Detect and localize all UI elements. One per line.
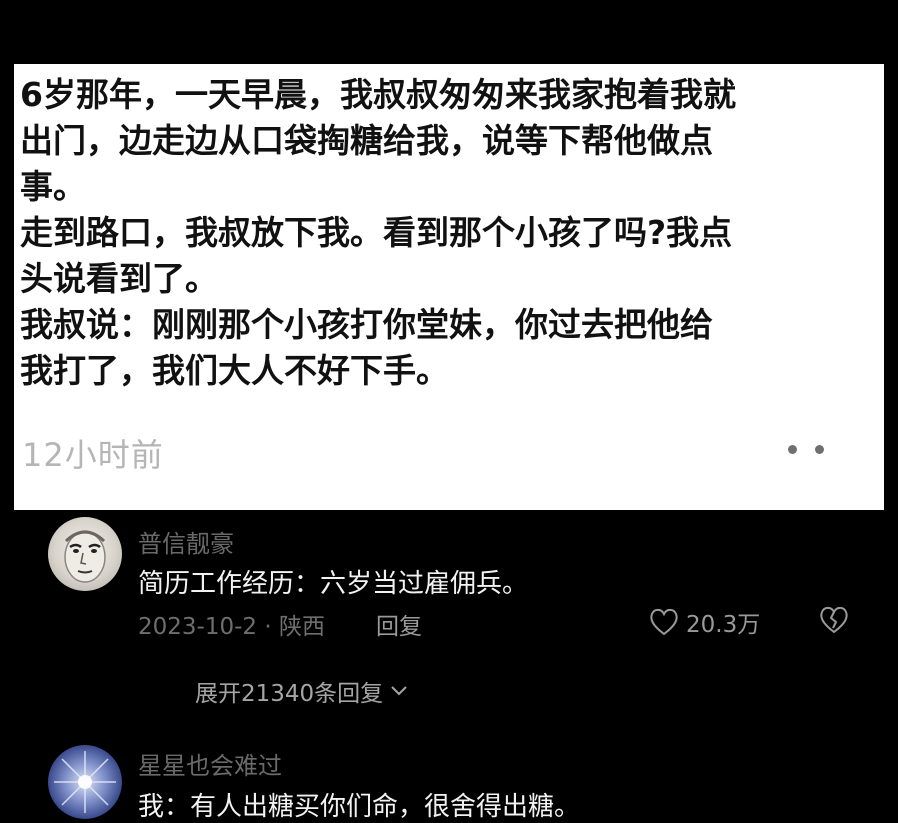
- avatar[interactable]: [48, 745, 122, 819]
- like-count: 20.3万: [686, 612, 761, 638]
- post-line: 出门，边走边从口袋掏糖给我，说等下帮他做点: [20, 121, 713, 160]
- dot-icon: [788, 444, 797, 454]
- post-line: 事。: [20, 167, 86, 206]
- comment-text: 我：有人出糖买你们命，很舍得出糖。: [138, 792, 581, 822]
- post-line: 头说看到了。: [20, 259, 218, 298]
- comment-date-location: 2023-10-2 · 陕西: [138, 614, 325, 640]
- expand-replies-button[interactable]: 展开21340条回复: [195, 674, 409, 708]
- post-card: 6岁那年，一天早晨，我叔叔匆匆来我家抱着我就 出门，边走边从口袋掏糖给我，说等下…: [14, 64, 884, 510]
- post-line: 6岁那年，一天早晨，我叔叔匆匆来我家抱着我就: [20, 75, 736, 114]
- heart-icon: [650, 608, 678, 636]
- post-line: 我叔说：刚刚那个小孩打你堂妹，你过去把他给: [20, 305, 713, 344]
- dot-icon: [815, 444, 824, 454]
- post-body: 6岁那年，一天早晨，我叔叔匆匆来我家抱着我就 出门，边走边从口袋掏糖给我，说等下…: [20, 72, 870, 394]
- chevron-down-icon: [391, 686, 407, 696]
- comment-username[interactable]: 星星也会难过: [138, 746, 282, 781]
- sparkle-icon: [54, 751, 116, 813]
- expand-replies-label: 展开21340条回复: [195, 681, 384, 707]
- dislike-button[interactable]: [818, 605, 850, 639]
- avatar[interactable]: [48, 517, 122, 591]
- broken-heart-icon: [820, 606, 848, 634]
- post-line: 走到路口，我叔放下我。看到那个小孩了吗?我点: [20, 213, 733, 252]
- comment-text: 简历工作经历：六岁当过雇佣兵。: [138, 569, 529, 599]
- face-icon: [64, 530, 106, 583]
- post-line: 我打了，我们大人不好下手。: [20, 351, 449, 390]
- reply-button[interactable]: 回复: [376, 607, 422, 641]
- more-options-button[interactable]: [788, 439, 824, 459]
- like-button[interactable]: 20.3万: [648, 605, 760, 639]
- comment-username[interactable]: 普信靓豪: [138, 524, 234, 559]
- post-timestamp: 12小时前: [22, 436, 164, 474]
